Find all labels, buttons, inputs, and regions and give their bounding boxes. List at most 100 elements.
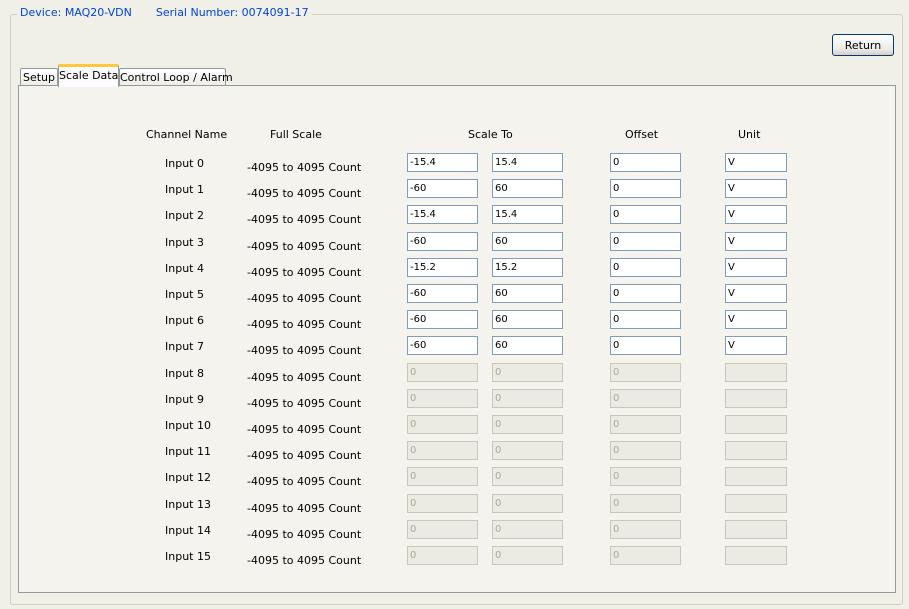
scale-high-input[interactable]	[492, 336, 563, 355]
full-scale-range: -4095 to 4095 Count	[247, 161, 362, 174]
offset-input[interactable]	[610, 232, 681, 251]
scale-low-input[interactable]	[407, 205, 478, 224]
full-scale-range: -4095 to 4095 Count	[247, 344, 362, 357]
full-scale-range: -4095 to 4095 Count	[247, 371, 362, 384]
channel-name: Input 5	[165, 288, 204, 301]
full-scale-range: -4095 to 4095 Count	[247, 292, 362, 305]
offset-input[interactable]	[610, 258, 681, 277]
scale-low-input[interactable]	[407, 284, 478, 303]
unit-input[interactable]	[725, 310, 787, 329]
column-header-scale-to: Scale To	[468, 128, 513, 141]
channel-name: Input 14	[165, 524, 211, 537]
unit-input[interactable]	[725, 494, 787, 513]
scale-high-input[interactable]	[492, 494, 563, 513]
full-scale-range: -4095 to 4095 Count	[247, 318, 362, 331]
serial-number-label: Serial Number: 0074091-17	[155, 6, 309, 19]
scale-high-input[interactable]	[492, 520, 563, 539]
return-button[interactable]: Return	[832, 34, 894, 56]
scale-high-input[interactable]	[492, 284, 563, 303]
scale-high-input[interactable]	[492, 153, 563, 172]
scale-high-input[interactable]	[492, 415, 563, 434]
unit-input[interactable]	[725, 258, 787, 277]
scale-low-input[interactable]	[407, 415, 478, 434]
unit-input[interactable]	[725, 441, 787, 460]
channel-name: Input 12	[165, 471, 211, 484]
full-scale-range: -4095 to 4095 Count	[247, 423, 362, 436]
scale-low-input[interactable]	[407, 363, 478, 382]
offset-input[interactable]	[610, 546, 681, 565]
channel-name: Input 4	[165, 262, 204, 275]
channel-name: Input 11	[165, 445, 211, 458]
unit-input[interactable]	[725, 232, 787, 251]
channel-name: Input 15	[165, 550, 211, 563]
offset-input[interactable]	[610, 336, 681, 355]
channel-name: Input 2	[165, 209, 204, 222]
scale-low-input[interactable]	[407, 258, 478, 277]
scale-high-input[interactable]	[492, 205, 563, 224]
full-scale-range: -4095 to 4095 Count	[247, 187, 362, 200]
tab-scale-data[interactable]: Scale Data	[58, 64, 119, 87]
scale-low-input[interactable]	[407, 494, 478, 513]
full-scale-range: -4095 to 4095 Count	[247, 397, 362, 410]
scale-low-input[interactable]	[407, 520, 478, 539]
offset-input[interactable]	[610, 467, 681, 486]
offset-input[interactable]	[610, 520, 681, 539]
scale-low-input[interactable]	[407, 232, 478, 251]
scale-high-input[interactable]	[492, 467, 563, 486]
channel-name: Input 9	[165, 393, 204, 406]
full-scale-range: -4095 to 4095 Count	[247, 266, 362, 279]
scale-low-input[interactable]	[407, 467, 478, 486]
scale-low-input[interactable]	[407, 179, 478, 198]
scale-low-input[interactable]	[407, 546, 478, 565]
full-scale-range: -4095 to 4095 Count	[247, 554, 362, 567]
scale-high-input[interactable]	[492, 389, 563, 408]
unit-input[interactable]	[725, 179, 787, 198]
offset-input[interactable]	[610, 441, 681, 460]
tab-control-loop-alarm[interactable]: Control Loop / Alarm	[119, 68, 233, 86]
unit-input[interactable]	[725, 546, 787, 565]
offset-input[interactable]	[610, 310, 681, 329]
full-scale-range: -4095 to 4095 Count	[247, 528, 362, 541]
scale-high-input[interactable]	[492, 310, 563, 329]
offset-input[interactable]	[610, 415, 681, 434]
column-header-offset: Offset	[625, 128, 659, 141]
unit-input[interactable]	[725, 284, 787, 303]
scale-high-input[interactable]	[492, 363, 563, 382]
unit-input[interactable]	[725, 415, 787, 434]
channel-name: Input 7	[165, 340, 204, 353]
unit-input[interactable]	[725, 336, 787, 355]
offset-input[interactable]	[610, 284, 681, 303]
unit-input[interactable]	[725, 467, 787, 486]
scale-high-input[interactable]	[492, 258, 563, 277]
scale-low-input[interactable]	[407, 336, 478, 355]
full-scale-range: -4095 to 4095 Count	[247, 240, 362, 253]
channel-name: Input 3	[165, 236, 204, 249]
offset-input[interactable]	[610, 389, 681, 408]
offset-input[interactable]	[610, 153, 681, 172]
scale-low-input[interactable]	[407, 310, 478, 329]
unit-input[interactable]	[725, 153, 787, 172]
scale-high-input[interactable]	[492, 179, 563, 198]
scale-high-input[interactable]	[492, 441, 563, 460]
offset-input[interactable]	[610, 179, 681, 198]
channel-name: Input 1	[165, 183, 204, 196]
offset-input[interactable]	[610, 205, 681, 224]
scale-low-input[interactable]	[407, 389, 478, 408]
device-label: Device: MAQ20-VDN	[20, 6, 132, 19]
scale-high-input[interactable]	[492, 232, 563, 251]
unit-input[interactable]	[725, 389, 787, 408]
column-header-channel-name: Channel Name	[146, 128, 228, 141]
scale-low-input[interactable]	[407, 153, 478, 172]
full-scale-range: -4095 to 4095 Count	[247, 475, 362, 488]
scale-high-input[interactable]	[492, 546, 563, 565]
unit-input[interactable]	[725, 363, 787, 382]
full-scale-range: -4095 to 4095 Count	[247, 449, 362, 462]
unit-input[interactable]	[725, 205, 787, 224]
tab-setup[interactable]: Setup	[20, 68, 58, 86]
offset-input[interactable]	[610, 363, 681, 382]
channel-name: Input 10	[165, 419, 211, 432]
offset-input[interactable]	[610, 494, 681, 513]
scale-low-input[interactable]	[407, 441, 478, 460]
unit-input[interactable]	[725, 520, 787, 539]
channel-name: Input 13	[165, 498, 211, 511]
